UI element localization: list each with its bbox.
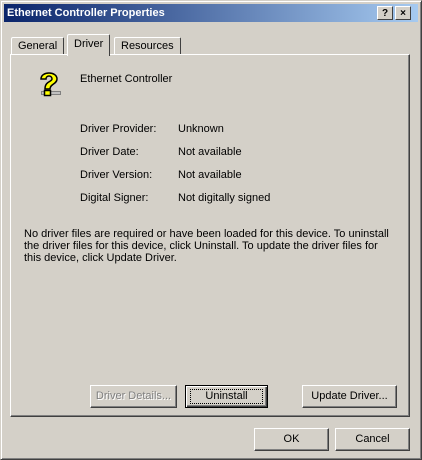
uninstall-button[interactable]: Uninstall (185, 385, 268, 408)
driver-provider-value: Unknown (178, 123, 224, 135)
help-button[interactable]: ? (377, 6, 393, 20)
driver-date-label: Driver Date: (80, 146, 139, 158)
update-driver-button[interactable]: Update Driver... (302, 385, 397, 408)
focus-rectangle (190, 389, 263, 404)
tab-general[interactable]: General (11, 37, 65, 55)
driver-details-button[interactable]: Driver Details... (90, 385, 177, 408)
driver-version-value: Not available (178, 169, 242, 181)
ok-button[interactable]: OK (254, 428, 329, 451)
driver-description: No driver files are required or have bee… (24, 228, 389, 264)
tab-driver[interactable]: Driver (67, 34, 111, 56)
driver-version-label: Driver Version: (80, 169, 153, 181)
driver-date-value: Not available (178, 146, 242, 158)
device-name: Ethernet Controller (80, 73, 173, 85)
digital-signer-label: Digital Signer: (80, 192, 149, 204)
close-button[interactable]: × (395, 6, 411, 20)
properties-dialog: Ethernet Controller Properties ? × Gener… (0, 0, 422, 460)
unknown-device-icon (40, 72, 61, 97)
driver-provider-label: Driver Provider: (80, 123, 157, 135)
digital-signer-value: Not digitally signed (178, 192, 271, 204)
cancel-button[interactable]: Cancel (335, 428, 410, 451)
driver-tab-panel: Ethernet Controller Driver Provider: Unk… (10, 54, 410, 417)
tab-resources[interactable]: Resources (114, 37, 181, 55)
title-bar[interactable]: Ethernet Controller Properties ? × (4, 4, 418, 22)
window-title: Ethernet Controller Properties (7, 7, 165, 19)
